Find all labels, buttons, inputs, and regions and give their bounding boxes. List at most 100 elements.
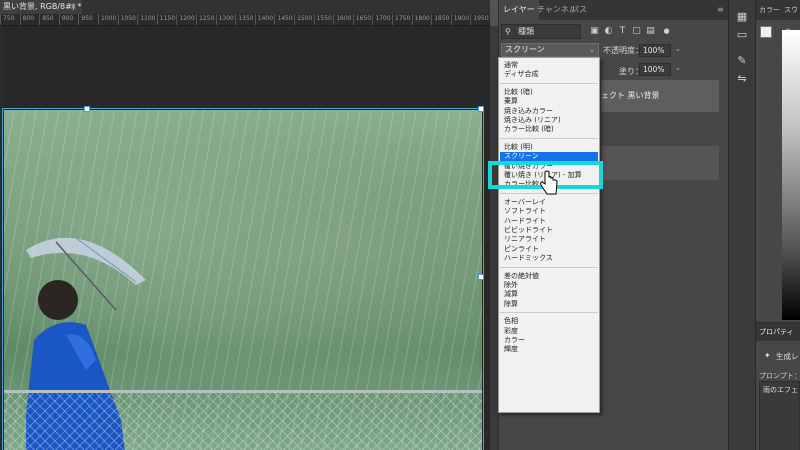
blend-mode-value: スクリーン bbox=[505, 45, 545, 54]
ruler-tick-label: 1400 bbox=[257, 15, 274, 22]
blend-option[interactable]: 焼き込み (リニア) bbox=[500, 116, 598, 125]
ruler-tick-label: 800 bbox=[22, 15, 35, 22]
ruler-tick: 1400 bbox=[254, 14, 273, 25]
prompt-label: プロンプト： bbox=[759, 372, 800, 380]
blend-option[interactable]: ディザ合成 bbox=[500, 70, 598, 79]
foreground-color[interactable] bbox=[760, 26, 772, 38]
transform-bounding-box[interactable] bbox=[2, 108, 484, 450]
blend-option[interactable]: 除算 bbox=[500, 300, 598, 309]
filter-toggle-icon[interactable]: ● bbox=[661, 26, 672, 37]
ruler-tick-label: 1600 bbox=[336, 15, 352, 22]
ruler-tick-label: 1550 bbox=[316, 15, 332, 22]
tab-color[interactable]: カラー bbox=[759, 0, 780, 20]
canvas-scrollbar[interactable] bbox=[490, 26, 498, 450]
transform-handle[interactable] bbox=[478, 106, 484, 112]
blend-option[interactable]: 焼き込みカラー bbox=[500, 107, 598, 116]
ruler-tick: 1150 bbox=[156, 14, 175, 25]
blend-option[interactable]: ピンライト bbox=[500, 245, 598, 254]
ruler-tick-label: 1250 bbox=[199, 15, 215, 22]
color-panel: カラー スウォ bbox=[756, 0, 800, 322]
ruler-tick: 1800 bbox=[411, 14, 430, 25]
fill-input[interactable]: 100% bbox=[639, 63, 671, 76]
prompt-field[interactable]: 雨のエフェクト bbox=[759, 381, 800, 450]
text-filter-icon[interactable]: T bbox=[617, 26, 628, 37]
close-icon[interactable]: × bbox=[70, 0, 80, 14]
ruler-tick: 1300 bbox=[215, 14, 234, 25]
blend-row: スクリーン ⌄ 不透明度： 100% ⌄ bbox=[499, 42, 729, 58]
brush-icon[interactable]: ✎ bbox=[735, 54, 749, 68]
chevron-down-icon[interactable]: ⌄ bbox=[675, 45, 681, 53]
blend-option[interactable]: 輝度 bbox=[500, 345, 598, 354]
blend-option[interactable]: カラー bbox=[500, 336, 598, 345]
transform-handle[interactable] bbox=[478, 274, 484, 280]
transform-handle[interactable] bbox=[84, 106, 90, 112]
blend-option[interactable]: 色相 bbox=[500, 317, 598, 326]
blend-mode-select[interactable]: スクリーン ⌄ bbox=[501, 43, 599, 57]
blend-option[interactable]: ビビッドライト bbox=[500, 226, 598, 235]
blend-option[interactable]: 除外 bbox=[500, 281, 598, 290]
opacity-input[interactable]: 100% bbox=[639, 44, 671, 57]
blend-option[interactable]: ハードミックス bbox=[500, 254, 598, 263]
blend-option[interactable]: 通常 bbox=[500, 61, 598, 70]
ruler-tick-label: 1650 bbox=[355, 15, 372, 22]
dropdown-separator bbox=[500, 266, 598, 268]
chevron-down-icon[interactable]: ⌄ bbox=[675, 64, 681, 72]
tab-swatches[interactable]: スウォ bbox=[784, 0, 800, 34]
ruler-tick: 750 bbox=[0, 14, 14, 25]
layer-kind-filter[interactable]: ⚲ 種類 bbox=[501, 24, 581, 39]
layer-row[interactable]: ェクト 黒い背景 bbox=[601, 80, 719, 112]
comment-icon[interactable]: ▭ bbox=[735, 28, 749, 42]
ruler-tick: 1350 bbox=[235, 14, 253, 25]
foreground-background-swatch[interactable] bbox=[760, 26, 778, 44]
ruler-tick: 1850 bbox=[431, 14, 449, 25]
smart-object-filter-icon[interactable]: ▤ bbox=[645, 26, 656, 37]
ruler-tick-label: 1100 bbox=[140, 15, 156, 22]
blend-option[interactable]: カラー比較 (暗) bbox=[500, 125, 598, 134]
dropdown-separator bbox=[500, 137, 598, 139]
blend-option[interactable]: スクリーン bbox=[500, 152, 598, 162]
image-filter-icon[interactable]: ▣ bbox=[589, 26, 600, 37]
ruler-tick-label: 900 bbox=[61, 15, 74, 22]
blend-option[interactable]: 彩度 bbox=[500, 327, 598, 336]
blend-option[interactable]: 乗算 bbox=[500, 97, 598, 106]
adjustment-filter-icon[interactable]: ◐ bbox=[603, 26, 614, 37]
dropdown-separator bbox=[500, 82, 598, 84]
ruler-tick: 1200 bbox=[176, 14, 195, 25]
ruler-tick-label: 1700 bbox=[375, 15, 391, 22]
ruler-tick-label: 1900 bbox=[453, 15, 470, 22]
panel-tabs: レイヤー チャンネル パス ≡ bbox=[499, 0, 729, 20]
shape-filter-icon[interactable]: ▢ bbox=[631, 26, 642, 37]
properties-title[interactable]: プロパティ bbox=[756, 323, 800, 341]
canvas-area[interactable] bbox=[2, 26, 490, 450]
blend-option[interactable]: 差の絶対値 bbox=[500, 272, 598, 281]
search-icon: ⚲ bbox=[505, 27, 511, 36]
ruler-tick: 1650 bbox=[352, 14, 371, 25]
ruler-tick-label: 1350 bbox=[238, 15, 254, 22]
ruler-tick: 800 bbox=[19, 14, 34, 25]
ruler-tick: 1000 bbox=[98, 14, 116, 25]
ruler-tick: 1050 bbox=[117, 14, 136, 25]
blend-option[interactable]: 比較 (明) bbox=[500, 143, 598, 152]
blend-option[interactable]: ソフトライト bbox=[500, 207, 598, 216]
ruler-tick-label: 1200 bbox=[179, 15, 195, 22]
chevron-down-icon: ⌄ bbox=[589, 46, 595, 54]
history-icon[interactable]: ▦ bbox=[735, 10, 749, 24]
adjust-sliders-icon[interactable]: ⇋ bbox=[735, 72, 749, 86]
blend-mode-dropdown[interactable]: 通常 ディザ合成比較 (暗) 乗算 焼き込みカラー 焼き込み (リニア) カラー比較 (暗… bbox=[498, 57, 600, 413]
layer-row[interactable] bbox=[601, 146, 719, 180]
ruler-tick-label: 1500 bbox=[297, 15, 313, 22]
panel-menu-icon[interactable]: ≡ bbox=[713, 0, 728, 20]
blend-option[interactable]: 比較 (暗) bbox=[500, 88, 598, 97]
blend-option[interactable]: オーバーレイ bbox=[500, 198, 598, 207]
tab-paths[interactable]: パス bbox=[567, 0, 591, 20]
blend-option[interactable]: ハードライト bbox=[500, 217, 598, 226]
ruler-tick: 1950 bbox=[470, 14, 489, 25]
layer-filter-row: ⚲ 種類 ▣ ◐ T ▢ ▤ ● bbox=[501, 24, 725, 40]
ruler-tick: 850 bbox=[39, 14, 54, 25]
ruler-tick: 1450 bbox=[274, 14, 293, 25]
horizontal-ruler: 750 800 850 900 950 1000 1050 1100 1150 1200 1250 1… bbox=[0, 14, 490, 26]
properties-panel: プロパティ ✦ 生成レ プロンプト： 雨のエフェクト bbox=[756, 322, 800, 450]
color-spectrum[interactable] bbox=[782, 30, 800, 320]
blend-option[interactable]: 減算 bbox=[500, 290, 598, 299]
blend-option[interactable]: リニアライト bbox=[500, 235, 598, 244]
